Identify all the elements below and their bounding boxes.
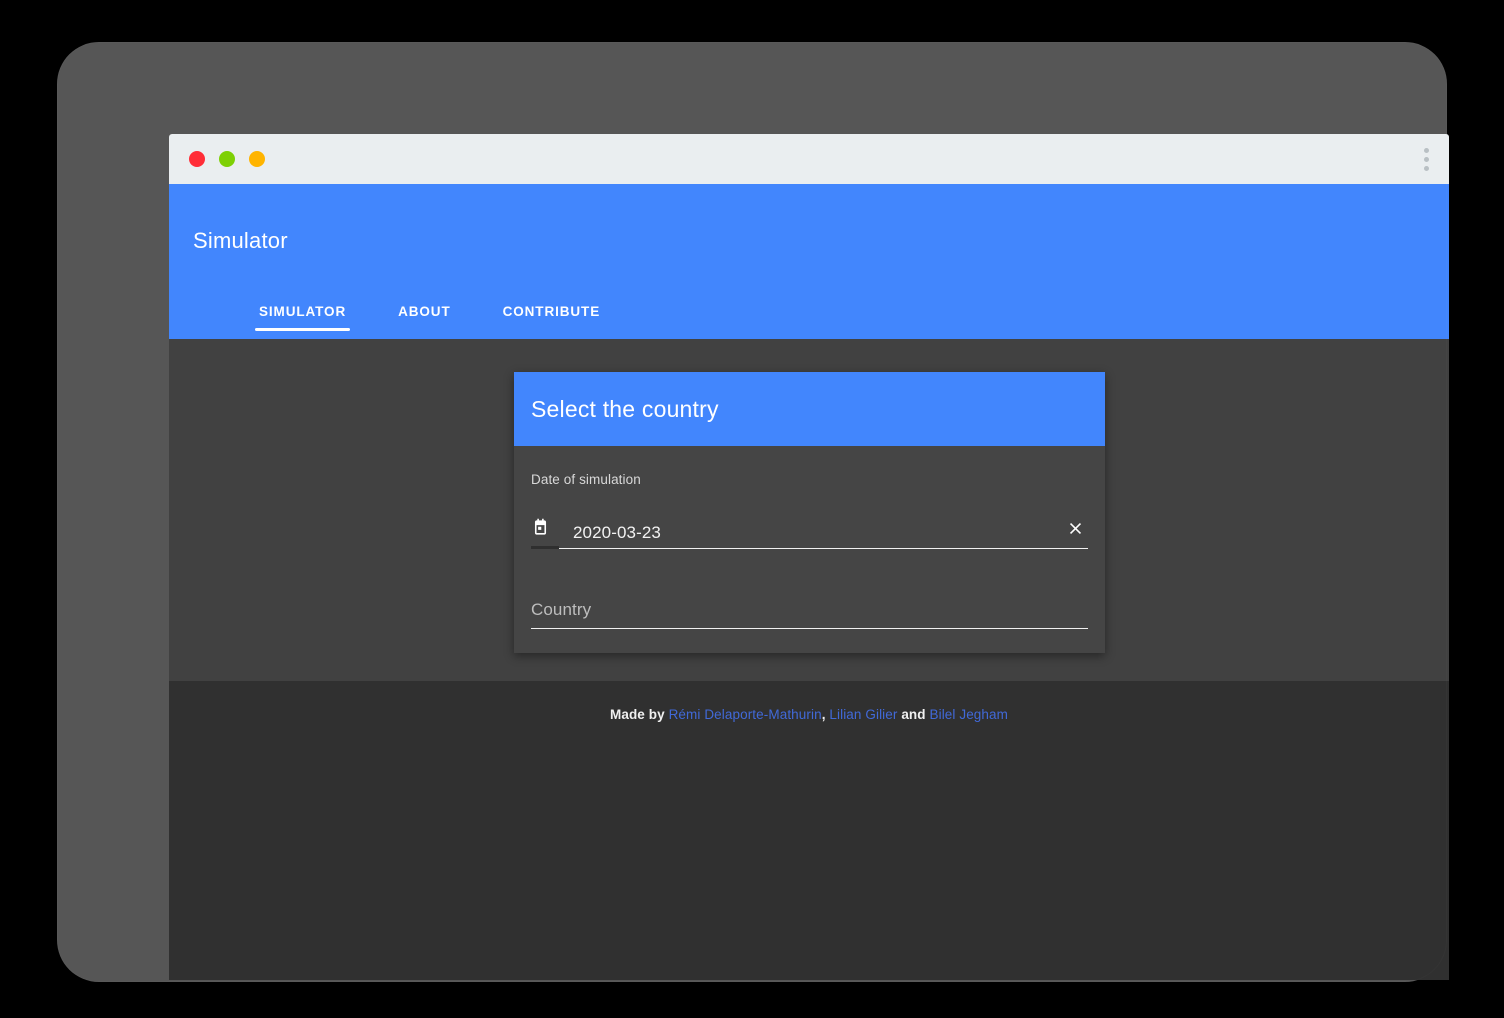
browser-window: Simulator SIMULATOR ABOUT CONTRIBUTE Sel… (169, 134, 1449, 980)
footer-author-link-3[interactable]: Bilel Jegham (929, 707, 1008, 722)
tab-bar: SIMULATOR ABOUT CONTRIBUTE (233, 304, 626, 339)
window-close-button[interactable] (189, 151, 205, 167)
footer-credits: Made by Rémi Delaporte-Mathurin, Lilian … (169, 707, 1449, 722)
footer-made-by-text: Made by (610, 707, 669, 722)
device-bezel: Simulator SIMULATOR ABOUT CONTRIBUTE Sel… (57, 42, 1449, 982)
card-title: Select the country (531, 395, 719, 422)
select-country-card: Select the country Date of simulation 20… (514, 372, 1105, 653)
page-title: Simulator (193, 228, 288, 253)
date-input-underline (559, 548, 1088, 549)
calendar-field-underline (531, 546, 559, 549)
date-input-wrapper[interactable]: 2020-03-23 (559, 509, 1088, 549)
close-icon[interactable] (1062, 515, 1088, 541)
country-field[interactable]: Country (531, 597, 1088, 629)
calendar-icon (531, 518, 550, 542)
country-input-placeholder: Country (531, 600, 592, 619)
country-input-underline (531, 628, 1088, 629)
window-minimize-button[interactable] (219, 151, 235, 167)
tab-about[interactable]: ABOUT (372, 304, 477, 339)
footer: Made by Rémi Delaporte-Mathurin, Lilian … (169, 681, 1449, 980)
footer-author-link-1[interactable]: Rémi Delaporte-Mathurin (669, 707, 822, 722)
card-header: Select the country (514, 372, 1105, 446)
calendar-picker-button[interactable] (531, 509, 559, 549)
more-vertical-icon[interactable] (1415, 142, 1437, 176)
footer-author-link-2[interactable]: Lilian Gilier (829, 707, 897, 722)
card-body: Date of simulation 2020-03-23 Country (514, 446, 1105, 653)
browser-titlebar (169, 134, 1449, 184)
date-input-value: 2020-03-23 (573, 523, 661, 542)
date-of-simulation-field: 2020-03-23 (531, 509, 1088, 549)
tab-contribute[interactable]: CONTRIBUTE (477, 304, 627, 339)
date-of-simulation-label: Date of simulation (531, 472, 641, 487)
window-maximize-button[interactable] (249, 151, 265, 167)
tab-about-label: ABOUT (398, 304, 451, 319)
tab-active-indicator (255, 328, 351, 331)
tab-contribute-label: CONTRIBUTE (502, 304, 601, 319)
app-bar: Simulator SIMULATOR ABOUT CONTRIBUTE (169, 184, 1449, 339)
main-content: Select the country Date of simulation 20… (169, 339, 1449, 681)
tab-simulator[interactable]: SIMULATOR (233, 304, 372, 339)
footer-conjunction: and (897, 707, 930, 722)
tab-simulator-label: SIMULATOR (259, 304, 347, 319)
